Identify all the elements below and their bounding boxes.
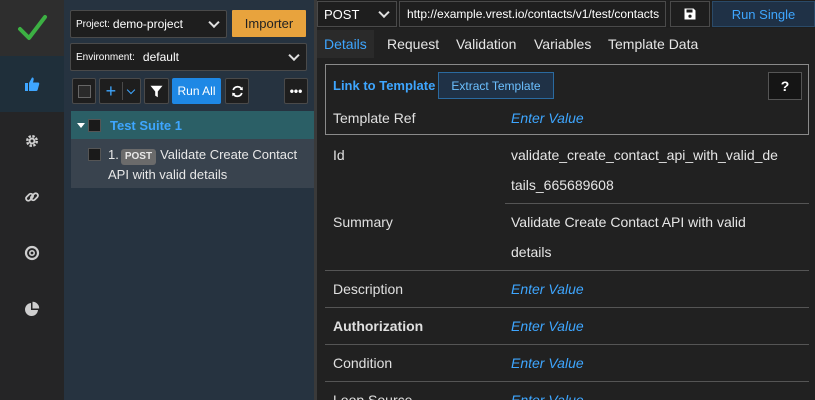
method-select[interactable]: POST	[317, 1, 397, 27]
rail-item-settings[interactable]	[0, 113, 64, 169]
description-label: Description	[333, 281, 404, 297]
project-value: demo-project	[112, 17, 183, 31]
save-icon	[684, 8, 696, 20]
more-options-button[interactable]: •••	[284, 78, 308, 104]
chevron-down-icon	[208, 16, 220, 29]
id-value[interactable]: validate_create_contact_api_with_valid_d…	[511, 140, 778, 200]
loop-source-input[interactable]: Enter Value	[511, 385, 771, 400]
detail-tabs: Details Request Validation Variables Tem…	[317, 30, 815, 58]
nav-rail	[0, 0, 64, 400]
run-all-button[interactable]: Run All	[172, 78, 221, 104]
suite-checkbox[interactable]	[88, 118, 101, 132]
importer-button[interactable]: Importer	[232, 10, 306, 37]
link-to-template-link[interactable]: Link to Template	[333, 78, 435, 93]
plus-icon: +	[100, 82, 123, 100]
condition-label: Condition	[333, 355, 393, 371]
id-label: Id	[333, 147, 345, 163]
method-badge: POST	[120, 149, 157, 165]
refresh-button[interactable]	[225, 78, 249, 104]
test-case-number: 1.	[108, 147, 119, 162]
help-button[interactable]: ?	[768, 72, 802, 100]
tab-details[interactable]: Details	[317, 30, 374, 58]
environment-value: default	[142, 50, 179, 64]
divider	[325, 381, 809, 382]
summary-label: Summary	[333, 214, 393, 230]
rail-item-help[interactable]	[0, 225, 64, 281]
test-case-checkbox[interactable]	[88, 148, 101, 161]
loop-source-label: Loop Source	[333, 392, 413, 400]
summary-value-line: details	[511, 244, 552, 260]
id-value-line: tails_665689608	[511, 177, 614, 193]
template-ref-input[interactable]: Enter Value	[511, 103, 771, 133]
gear-icon	[25, 134, 39, 148]
test-suite-row[interactable]: Test Suite 1	[71, 111, 314, 139]
tab-request[interactable]: Request	[380, 30, 446, 58]
divider	[325, 344, 809, 345]
divider	[505, 203, 809, 204]
divider	[325, 307, 809, 308]
tab-validation[interactable]: Validation	[449, 30, 523, 58]
environment-select[interactable]: Environment: default	[70, 43, 307, 71]
thumbs-up-icon	[25, 77, 40, 91]
link-icon	[25, 192, 39, 202]
expand-caret-icon[interactable]	[77, 122, 85, 128]
select-all-checkbox[interactable]	[72, 78, 96, 104]
summary-value[interactable]: Validate Create Contact API with valid d…	[511, 207, 771, 267]
method-value: POST	[324, 6, 360, 22]
pie-chart-icon	[25, 301, 40, 316]
filter-button[interactable]	[144, 78, 169, 104]
checkmark-icon	[18, 15, 47, 40]
environment-label: Environment:	[76, 51, 135, 63]
add-test-case-button[interactable]: +	[99, 78, 141, 104]
condition-input[interactable]: Enter Value	[511, 348, 771, 378]
refresh-icon	[231, 85, 243, 97]
summary-value-line: Validate Create Contact API with valid	[511, 214, 746, 230]
chevron-down-icon	[288, 49, 300, 62]
project-select[interactable]: Project: demo-project	[70, 10, 227, 38]
description-input[interactable]: Enter Value	[511, 274, 771, 304]
tab-template-data[interactable]: Template Data	[601, 30, 705, 58]
rail-item-reports[interactable]	[0, 281, 64, 337]
id-value-line: validate_create_contact_api_with_valid_d…	[511, 147, 778, 163]
divider	[325, 270, 809, 271]
test-case-row[interactable]: 1. POST Validate Create Contact API with v…	[71, 139, 314, 188]
save-button[interactable]	[670, 1, 710, 27]
rail-item-links[interactable]	[0, 169, 64, 225]
checkbox-box	[77, 84, 91, 98]
project-label: Project:	[76, 18, 110, 30]
test-case-text: 1. POST Validate Create Contact API with v…	[108, 145, 308, 184]
run-single-button[interactable]: Run Single	[712, 1, 815, 27]
authorization-label: Authorization	[333, 318, 424, 334]
chevron-down-icon[interactable]	[123, 79, 140, 103]
lifebuoy-icon	[24, 245, 40, 261]
url-input[interactable]: http://example.vrest.io/contacts/v1/test…	[399, 1, 666, 27]
chevron-down-icon	[378, 6, 390, 19]
rail-item-test-cases[interactable]	[0, 56, 64, 112]
authorization-input[interactable]: Enter Value	[511, 311, 771, 341]
extract-template-button[interactable]: Extract Template	[438, 72, 554, 99]
tab-variables[interactable]: Variables	[527, 30, 598, 58]
template-ref-label: Template Ref	[333, 110, 416, 126]
filter-icon	[150, 85, 163, 97]
suite-name: Test Suite 1	[110, 117, 183, 133]
app-logo	[0, 0, 64, 56]
